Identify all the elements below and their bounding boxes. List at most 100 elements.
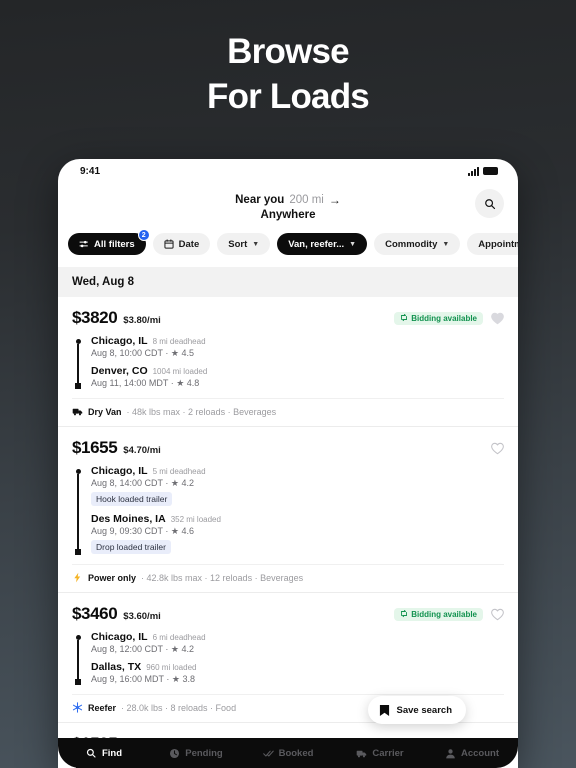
nav-item-pending[interactable]: Pending <box>150 748 242 759</box>
load-meta-details: · 48k lbs max · 2 reloads · Beverages <box>126 406 277 417</box>
route-stop-destination: Des Moines, IA 352 mi loaded Aug 9, 09:3… <box>91 513 504 555</box>
stop-time-rating: Aug 8, 10:00 CDT · ★ 4.5 <box>91 348 194 358</box>
stop-tag: Drop loaded trailer <box>91 540 171 554</box>
route-line <box>77 344 79 383</box>
double-check-icon <box>262 748 274 759</box>
hero-heading: Browse For Loads <box>0 0 576 120</box>
hero-line-2: For Loads <box>207 76 370 116</box>
load-equipment-type: Reefer <box>88 702 117 713</box>
load-rate-per-mile: $3.60/mi <box>123 611 161 622</box>
load-rate-per-mile: $3.80/mi <box>123 315 161 326</box>
route-rail <box>74 335 82 389</box>
nav-item-carrier[interactable]: Carrier <box>334 748 426 759</box>
double-check-icon <box>262 750 274 756</box>
stop-time-rating: Aug 9, 16:00 MDT · ★ 3.8 <box>91 674 195 684</box>
route-rail <box>74 631 82 685</box>
arrow-right-icon: → <box>328 193 341 207</box>
stop-time-rating: Aug 9, 09:30 CDT · ★ 4.6 <box>91 526 194 536</box>
calendar-icon <box>164 239 174 249</box>
load-route: Chicago, IL 8 mi deadhead Aug 8, 10:00 C… <box>72 335 504 389</box>
route-line <box>77 474 79 549</box>
snowflake-icon <box>72 702 83 713</box>
route-stop-destination: Denver, CO 1004 mi loaded Aug 11, 14:00 … <box>91 365 504 389</box>
search-button[interactable] <box>475 189 504 218</box>
bookmark-icon <box>379 704 389 716</box>
stop-distance: 6 mi deadhead <box>152 633 206 642</box>
location-origin-row[interactable]: Near you 200 mi → <box>58 193 518 207</box>
signal-bars-icon <box>468 166 479 176</box>
nav-item-label: Booked <box>278 747 314 759</box>
route-stop-origin: Chicago, IL 8 mi deadhead Aug 8, 10:00 C… <box>91 335 504 359</box>
bidding-arrows-icon <box>401 314 408 322</box>
phone-mockup: 9:41 Near you 200 mi → Anywhere All filt… <box>58 159 518 768</box>
chevron-down-icon: ▼ <box>252 240 260 248</box>
load-price-row: $3460 $3.60/mi Bidding available <box>72 604 504 624</box>
nav-item-label: Pending <box>185 747 223 759</box>
bidding-available-badge: Bidding available <box>394 311 483 325</box>
filter-chip-appointment[interactable]: Appointment▼ <box>467 233 518 255</box>
filter-chip-row[interactable]: All filters 2 Date Sort ▼ Van, reefer... ▼ Com… <box>58 229 518 267</box>
search-icon <box>484 198 495 209</box>
truck-icon <box>72 406 83 417</box>
bidding-arrows-icon <box>401 610 408 618</box>
near-you-label: Near you <box>235 194 285 206</box>
stop-distance: 352 mi loaded <box>170 515 221 524</box>
nav-item-booked[interactable]: Booked <box>242 748 334 759</box>
battery-icon <box>483 167 498 175</box>
load-card[interactable]: $1655 $4.70/mi Chicago, IL 5 mi deadhead… <box>58 427 518 593</box>
route-rail <box>74 465 82 555</box>
stop-city: Denver, CO <box>91 365 148 377</box>
sliders-icon <box>79 240 88 248</box>
load-rate-per-mile: $4.70/mi <box>123 445 161 456</box>
chevron-down-icon: ▼ <box>349 240 357 248</box>
clock-icon <box>170 748 180 758</box>
destination-square-icon <box>75 549 81 555</box>
load-route: Chicago, IL 5 mi deadhead Aug 8, 14:00 C… <box>72 465 504 555</box>
filter-chip-label: Sort <box>228 238 248 250</box>
filter-chip-label: Date <box>178 238 200 250</box>
heart-icon[interactable] <box>491 608 504 621</box>
filter-chip-label: Commodity <box>385 238 438 250</box>
load-equipment-row: Dry Van · 48k lbs max · 2 reloads · Beve… <box>72 398 504 426</box>
search-icon <box>87 748 97 758</box>
route-stop-origin: Chicago, IL 5 mi deadhead Aug 8, 14:00 C… <box>91 465 504 507</box>
filter-chip-sort[interactable]: Sort ▼ <box>217 233 271 255</box>
nav-item-find[interactable]: Find <box>58 748 150 759</box>
filter-chip-label: Appointment <box>478 238 518 250</box>
stop-distance: 5 mi deadhead <box>152 467 206 476</box>
hero-line-1: Browse <box>227 32 349 71</box>
destination-square-icon <box>75 679 81 685</box>
route-line <box>77 640 79 679</box>
load-equipment-type: Power only <box>88 572 137 583</box>
location-header: Near you 200 mi → Anywhere <box>58 183 518 229</box>
nav-item-account[interactable]: Account <box>426 748 518 759</box>
filter-chip-date[interactable]: Date <box>152 233 211 255</box>
person-icon <box>445 748 456 759</box>
load-card[interactable]: $3820 $3.80/mi Bidding available Chicago… <box>58 297 518 427</box>
nav-item-label: Find <box>101 747 123 759</box>
filter-chip-commodity[interactable]: Commodity ▼ <box>374 233 461 255</box>
filter-chip-all-filters[interactable]: All filters 2 <box>68 229 150 255</box>
person-icon <box>446 748 455 758</box>
save-search-label: Save search <box>396 704 452 716</box>
heart-icon[interactable] <box>491 312 504 325</box>
date-group-header: Wed, Aug 8 <box>58 267 518 297</box>
stop-city: Des Moines, IA <box>91 513 166 525</box>
filter-count-badge: 2 <box>137 229 150 241</box>
clock-icon <box>169 748 180 759</box>
save-search-button[interactable]: Save search <box>367 696 466 724</box>
bidding-available-label: Bidding available <box>411 609 477 619</box>
heart-icon[interactable] <box>491 442 504 455</box>
stop-city: Chicago, IL <box>91 335 148 347</box>
route-stop-origin: Chicago, IL 6 mi deadhead Aug 8, 12:00 C… <box>91 631 504 655</box>
filter-chip-label: All filters <box>94 238 135 250</box>
stop-time-rating: Aug 8, 12:00 CDT · ★ 4.2 <box>91 644 194 654</box>
radius-label: 200 mi <box>289 194 324 206</box>
filter-chip-van-reefer[interactable]: Van, reefer... ▼ <box>277 233 368 255</box>
truck-icon <box>356 748 367 759</box>
truck-icon <box>357 750 367 757</box>
stop-time-rating: Aug 8, 14:00 CDT · ★ 4.2 <box>91 478 194 488</box>
bottom-navigation[interactable]: Find Pending Booked Carrier Account <box>58 738 518 768</box>
truck-icon <box>72 408 83 416</box>
load-equipment-row: Power only · 42.8k lbs max · 12 reloads … <box>72 564 504 592</box>
